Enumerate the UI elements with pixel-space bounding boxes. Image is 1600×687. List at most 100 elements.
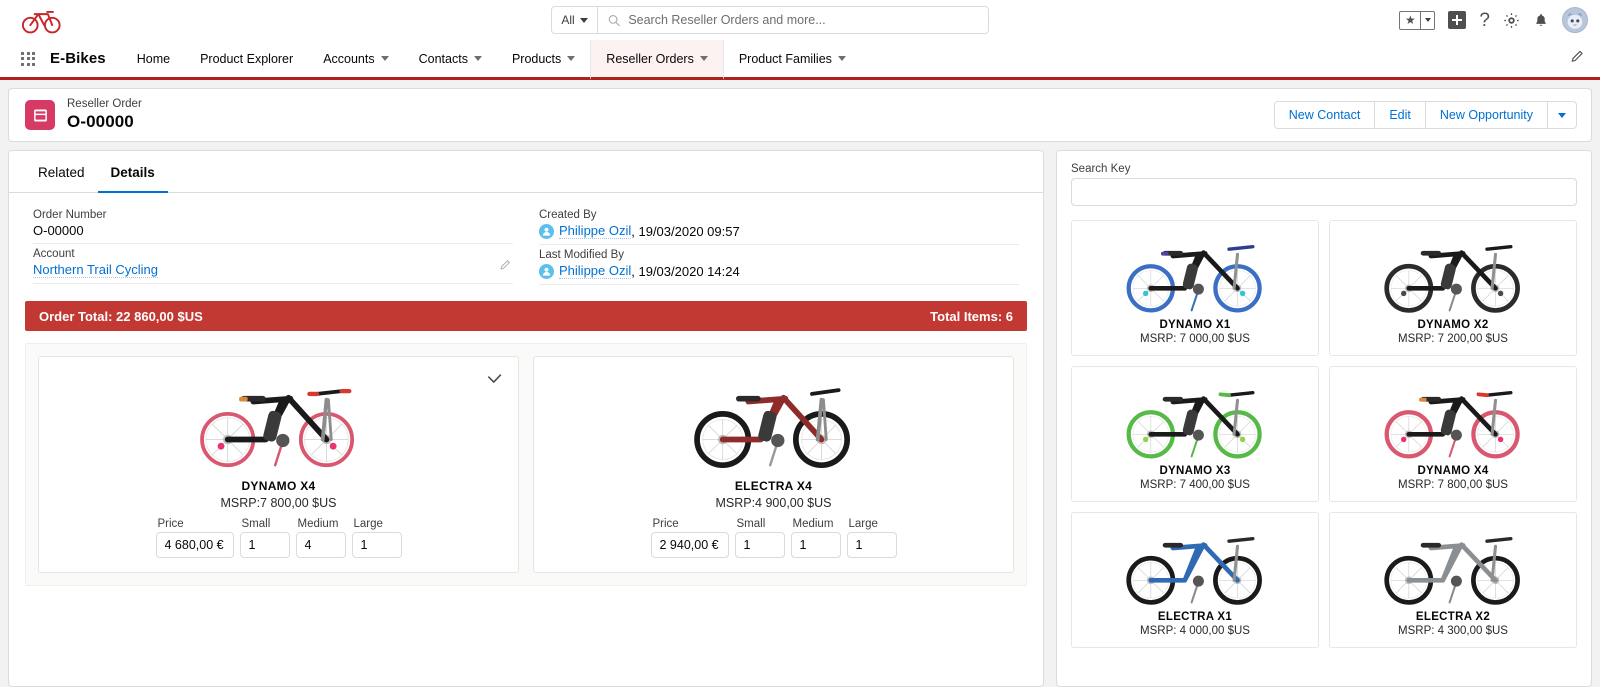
- product-msrp: MSRP: 7 000,00 $US: [1140, 333, 1250, 345]
- created-by-user-link[interactable]: Philippe Ozil: [559, 223, 632, 239]
- help-icon[interactable]: ?: [1479, 11, 1490, 30]
- search-scope-selector[interactable]: All: [552, 7, 598, 33]
- nav-items: Home Product Explorer Accounts Contacts …: [122, 40, 861, 80]
- search-field[interactable]: [598, 7, 988, 33]
- field-label: Created By: [539, 209, 597, 221]
- global-search[interactable]: All: [551, 6, 989, 34]
- nav-item-label: Product Families: [738, 51, 832, 66]
- app-name: E-Bikes: [50, 50, 106, 67]
- product-image: [1078, 229, 1312, 317]
- avatar[interactable]: [1562, 7, 1588, 33]
- qty-small-input[interactable]: [734, 532, 785, 558]
- product-picker-panel: Search Key DYNAMO X1 MSRP: 7 000,00 $US …: [1056, 150, 1592, 687]
- order-item-card[interactable]: ELECTRA X4 MSRP:4 900,00 $US Price Small…: [533, 356, 1014, 573]
- order-total-bar: Order Total: 22 860,00 $US Total Items: …: [25, 301, 1027, 331]
- qty-large-input[interactable]: [846, 532, 897, 558]
- nav-item-contacts[interactable]: Contacts: [404, 40, 497, 80]
- ebike-logo-icon[interactable]: [20, 5, 64, 35]
- nav-item-label: Products: [511, 51, 562, 66]
- favorites-group[interactable]: ★: [1399, 10, 1436, 30]
- nav-item-label: Home: [136, 51, 171, 66]
- order-item-quantities: Price Small Medium Large: [51, 518, 506, 558]
- chevron-down-icon: [579, 17, 588, 23]
- product-tile-grid: DYNAMO X1 MSRP: 7 000,00 $US DYNAMO X2 M…: [1071, 220, 1577, 648]
- nav-item-products[interactable]: Products: [497, 40, 590, 80]
- product-name: ELECTRA X1: [1157, 611, 1233, 623]
- price-input[interactable]: [650, 532, 729, 558]
- more-actions-button[interactable]: [1547, 101, 1577, 129]
- edit-navigation-pencil-icon[interactable]: [1570, 49, 1584, 68]
- edit-button[interactable]: Edit: [1374, 101, 1426, 129]
- qty-large-input[interactable]: [351, 532, 402, 558]
- product-msrp: MSRP: 7 400,00 $US: [1140, 479, 1250, 491]
- detail-column-left: Order Number O-00000 Account Northern Tr…: [33, 205, 513, 285]
- salesforce-app: All ★ ?: [0, 0, 1600, 687]
- product-image: [1078, 521, 1312, 609]
- nav-item-accounts[interactable]: Accounts: [308, 40, 403, 80]
- new-contact-button[interactable]: New Contact: [1273, 101, 1376, 129]
- nav-item-product-families[interactable]: Product Families: [724, 40, 861, 80]
- qty-medium-input[interactable]: [295, 532, 346, 558]
- product-image: [1336, 229, 1570, 317]
- detail-fields: Order Number O-00000 Account Northern Tr…: [9, 193, 1043, 285]
- order-item-card[interactable]: DYNAMO X4 MSRP:7 800,00 $US Price Small …: [38, 356, 519, 573]
- product-msrp: MSRP: 7 200,00 $US: [1398, 333, 1508, 345]
- qty-medium-input[interactable]: [790, 532, 841, 558]
- favorites-star-icon[interactable]: ★: [1400, 12, 1420, 29]
- app-launcher-icon[interactable]: [10, 40, 46, 77]
- product-tile[interactable]: DYNAMO X4 MSRP: 7 800,00 $US: [1329, 366, 1577, 502]
- product-tile[interactable]: ELECTRA X2 MSRP: 4 300,00 $US: [1329, 512, 1577, 648]
- qty-small-input[interactable]: [239, 532, 290, 558]
- product-tile[interactable]: DYNAMO X2 MSRP: 7 200,00 $US: [1329, 220, 1577, 356]
- field-label: Order Number: [33, 209, 107, 221]
- order-item-msrp: MSRP:7 800,00 $US: [220, 496, 337, 510]
- total-items-label: Total Items: 6: [930, 308, 1013, 324]
- notifications-bell-icon[interactable]: [1533, 12, 1549, 29]
- account-link[interactable]: Northern Trail Cycling: [33, 262, 158, 278]
- global-header-actions: ★ ?: [1399, 0, 1588, 40]
- nav-item-home[interactable]: Home: [122, 40, 185, 80]
- size-label-medium: Medium: [297, 518, 339, 530]
- nav-item-label: Product Explorer: [200, 51, 294, 66]
- product-image: [546, 367, 1001, 475]
- global-add-icon[interactable]: [1448, 11, 1467, 29]
- user-avatar-icon: [539, 263, 554, 279]
- order-item-msrp: MSRP:4 900,00 $US: [715, 496, 832, 510]
- record-tabs: Related Details: [9, 151, 1043, 193]
- chevron-down-icon: [473, 56, 482, 61]
- nav-item-reseller-orders[interactable]: Reseller Orders: [590, 40, 724, 80]
- tab-related[interactable]: Related: [25, 151, 98, 193]
- product-image: [1336, 375, 1570, 463]
- product-tile[interactable]: ELECTRA X1 MSRP: 4 000,00 $US: [1071, 512, 1319, 648]
- field-order-number: Order Number O-00000: [33, 205, 513, 244]
- search-key-input[interactable]: [1071, 178, 1577, 206]
- chevron-down-icon: [380, 56, 389, 61]
- product-image: [1336, 521, 1570, 609]
- record-object-label: Reseller Order: [67, 98, 142, 111]
- order-item-name: ELECTRA X4: [734, 479, 813, 493]
- order-item-name: DYNAMO X4: [241, 479, 316, 493]
- order-items-list: DYNAMO X4 MSRP:7 800,00 $US Price Small …: [25, 343, 1027, 586]
- last-modified-timestamp: , 19/03/2020 14:24: [631, 263, 740, 279]
- product-image: [51, 367, 506, 475]
- record-header: Reseller Order O-00000 New Contact Edit …: [8, 88, 1592, 142]
- product-name: DYNAMO X4: [1417, 465, 1489, 477]
- product-tile[interactable]: DYNAMO X1 MSRP: 7 000,00 $US: [1071, 220, 1319, 356]
- new-opportunity-button[interactable]: New Opportunity: [1424, 101, 1548, 129]
- favorites-dropdown-icon[interactable]: [1420, 11, 1434, 29]
- edit-account-pencil-icon[interactable]: [499, 258, 511, 276]
- last-modified-by-user-link[interactable]: Philippe Ozil: [559, 263, 632, 279]
- gear-icon[interactable]: [1503, 12, 1520, 29]
- size-label-large: Large: [848, 518, 878, 530]
- record-actions: New Contact Edit New Opportunity: [1273, 101, 1577, 129]
- tab-details[interactable]: Details: [97, 151, 168, 193]
- search-input[interactable]: [628, 13, 988, 27]
- product-name: ELECTRA X2: [1415, 611, 1491, 623]
- record-detail-panel: Related Details Order Number O-00000 Acc…: [8, 150, 1044, 687]
- product-msrp: MSRP: 7 800,00 $US: [1398, 479, 1508, 491]
- nav-item-product-explorer[interactable]: Product Explorer: [185, 40, 308, 80]
- price-input[interactable]: [155, 532, 234, 558]
- product-tile[interactable]: DYNAMO X3 MSRP: 7 400,00 $US: [1071, 366, 1319, 502]
- field-last-modified-by: Last Modified By Philippe Ozil , 19/03/2…: [539, 245, 1019, 285]
- chevron-down-icon: [699, 56, 708, 61]
